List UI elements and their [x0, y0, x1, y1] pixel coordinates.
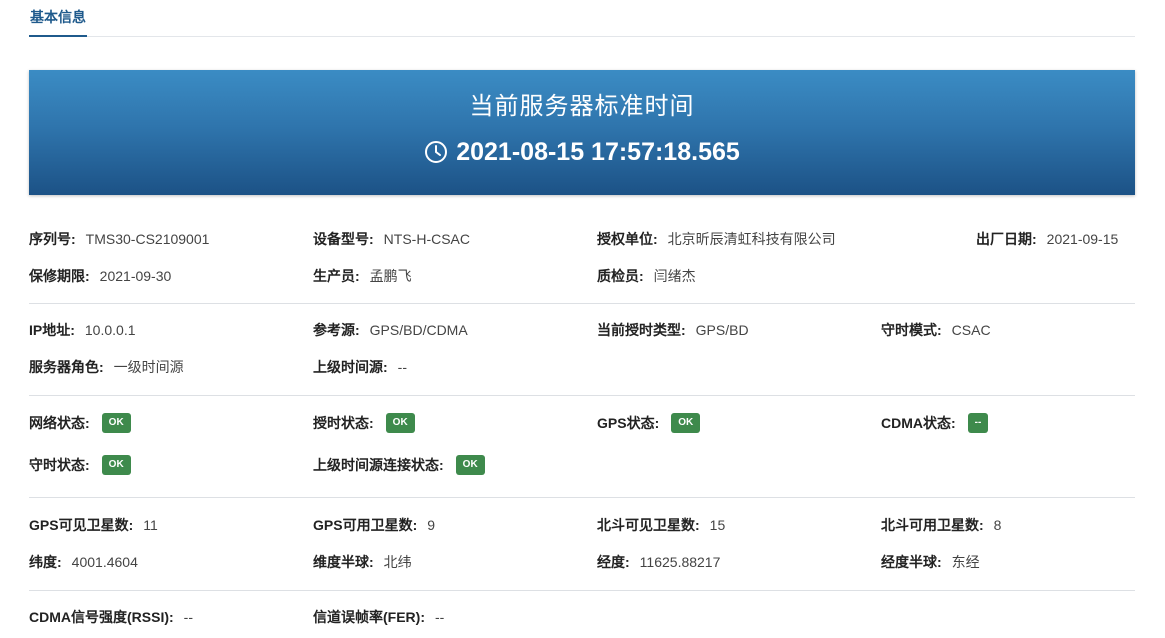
field-latitude: 纬度: 4001.4604 [29, 553, 138, 571]
field-timing-status: 授时状态: OK [313, 413, 415, 433]
field-server-role: 服务器角色: 一级时间源 [29, 358, 184, 376]
hold-status-label: 守时状态: [29, 457, 90, 473]
cdma-status-label: CDMA状态: [881, 415, 956, 431]
model-value: NTS-H-CSAC [383, 231, 471, 247]
field-timing-type: 当前授时类型: GPS/BD [597, 321, 749, 339]
field-factory-date: 出厂日期: 2021-09-15 [976, 230, 1118, 248]
field-producer: 生产员: 孟鹏飞 [313, 267, 412, 285]
field-cdma-rssi: CDMA信号强度(RSSI): -- [29, 608, 193, 626]
cdma-fer-label: 信道误帧率(FER): [313, 609, 425, 625]
field-longitude: 经度: 11625.88217 [597, 553, 720, 571]
server-time-value: 2021-08-15 17:57:18.565 [456, 138, 740, 166]
cdma-rssi-label: CDMA信号强度(RSSI): [29, 609, 174, 625]
model-label: 设备型号: [313, 231, 374, 247]
field-ref-source: 参考源: GPS/BD/CDMA [313, 321, 468, 339]
ip-label: IP地址: [29, 322, 75, 338]
section-divider [29, 497, 1135, 498]
serial-value: TMS30-CS2109001 [85, 231, 210, 247]
server-time-display: 2021-08-15 17:57:18.565 [29, 136, 1135, 168]
timing-status-badge: OK [385, 413, 415, 433]
bd-visible-value: 15 [709, 517, 726, 533]
timing-type-label: 当前授时类型: [597, 322, 686, 338]
cdma-status-badge: -- [967, 413, 989, 433]
warranty-label: 保修期限: [29, 268, 90, 284]
inspector-value: 闫绪杰 [653, 268, 696, 284]
section-divider [29, 303, 1135, 304]
longitude-label: 经度: [597, 554, 630, 570]
field-licensee: 授权单位: 北京昕辰清虹科技有限公司 [597, 230, 836, 248]
licensee-value: 北京昕辰清虹科技有限公司 [667, 231, 836, 247]
network-status-badge: OK [101, 413, 131, 433]
lon-hemisphere-value: 东经 [951, 554, 980, 570]
field-gps-usable: GPS可用卫星数: 9 [313, 516, 435, 534]
network-status-label: 网络状态: [29, 415, 90, 431]
field-hold-status: 守时状态: OK [29, 455, 131, 475]
section-divider [29, 590, 1135, 591]
gps-status-label: GPS状态: [597, 415, 660, 431]
field-gps-status: GPS状态: OK [597, 413, 701, 433]
upper-conn-status-label: 上级时间源连接状态: [313, 457, 444, 473]
ip-value: 10.0.0.1 [84, 322, 136, 338]
timing-type-value: GPS/BD [695, 322, 749, 338]
field-hold-mode: 守时模式: CSAC [881, 321, 991, 339]
clock-icon [425, 141, 448, 163]
tab-bar: 基本信息 [29, 0, 1135, 37]
gps-status-badge: OK [671, 413, 701, 433]
server-role-label: 服务器角色: [29, 359, 104, 375]
field-upper-conn-status: 上级时间源连接状态: OK [313, 455, 485, 475]
warranty-value: 2021-09-30 [99, 268, 172, 284]
field-cdma-fer: 信道误帧率(FER): -- [313, 608, 444, 626]
factory-date-value: 2021-09-15 [1046, 231, 1119, 247]
gps-visible-label: GPS可见卫星数: [29, 517, 134, 533]
field-network-status: 网络状态: OK [29, 413, 131, 433]
upper-conn-status-badge: OK [455, 455, 485, 475]
gps-visible-value: 11 [143, 517, 158, 533]
bd-usable-value: 8 [993, 517, 1002, 533]
serial-label: 序列号: [29, 231, 76, 247]
server-role-value: 一级时间源 [113, 359, 184, 375]
hold-mode-label: 守时模式: [881, 322, 942, 338]
cdma-rssi-value: -- [183, 609, 193, 625]
ref-source-value: GPS/BD/CDMA [369, 322, 468, 338]
producer-label: 生产员: [313, 268, 360, 284]
bd-visible-label: 北斗可见卫星数: [597, 517, 700, 533]
latitude-value: 4001.4604 [71, 554, 138, 570]
upper-source-label: 上级时间源: [313, 359, 388, 375]
field-lat-hemisphere: 维度半球: 北纬 [313, 553, 412, 571]
field-inspector: 质检员: 闫绪杰 [597, 267, 696, 285]
field-bd-usable: 北斗可用卫星数: 8 [881, 516, 1001, 534]
inspector-label: 质检员: [597, 268, 644, 284]
cdma-fer-value: -- [435, 609, 445, 625]
lat-hemisphere-value: 北纬 [383, 554, 412, 570]
timing-status-label: 授时状态: [313, 415, 374, 431]
hold-mode-value: CSAC [951, 322, 991, 338]
field-cdma-status: CDMA状态: -- [881, 413, 989, 433]
server-time-banner: 当前服务器标准时间 2021-08-15 17:57:18.565 [29, 70, 1135, 195]
licensee-label: 授权单位: [597, 231, 658, 247]
ref-source-label: 参考源: [313, 322, 360, 338]
upper-source-value: -- [397, 359, 407, 375]
gps-usable-value: 9 [427, 517, 436, 533]
bd-usable-label: 北斗可用卫星数: [881, 517, 984, 533]
field-model: 设备型号: NTS-H-CSAC [313, 230, 470, 248]
field-bd-visible: 北斗可见卫星数: 15 [597, 516, 725, 534]
field-warranty: 保修期限: 2021-09-30 [29, 267, 171, 285]
lat-hemisphere-label: 维度半球: [313, 554, 374, 570]
tab-basic-info[interactable]: 基本信息 [29, 8, 87, 37]
field-serial: 序列号: TMS30-CS2109001 [29, 230, 209, 248]
field-upper-source: 上级时间源: -- [313, 358, 407, 376]
hold-status-badge: OK [101, 455, 131, 475]
lon-hemisphere-label: 经度半球: [881, 554, 942, 570]
producer-value: 孟鹏飞 [369, 268, 412, 284]
gps-usable-label: GPS可用卫星数: [313, 517, 418, 533]
longitude-value: 11625.88217 [639, 554, 721, 570]
field-lon-hemisphere: 经度半球: 东经 [881, 553, 980, 571]
factory-date-label: 出厂日期: [976, 231, 1037, 247]
field-ip: IP地址: 10.0.0.1 [29, 321, 136, 339]
banner-title: 当前服务器标准时间 [469, 93, 695, 120]
field-gps-visible: GPS可见卫星数: 11 [29, 516, 158, 534]
section-divider [29, 395, 1135, 396]
latitude-label: 纬度: [29, 554, 62, 570]
